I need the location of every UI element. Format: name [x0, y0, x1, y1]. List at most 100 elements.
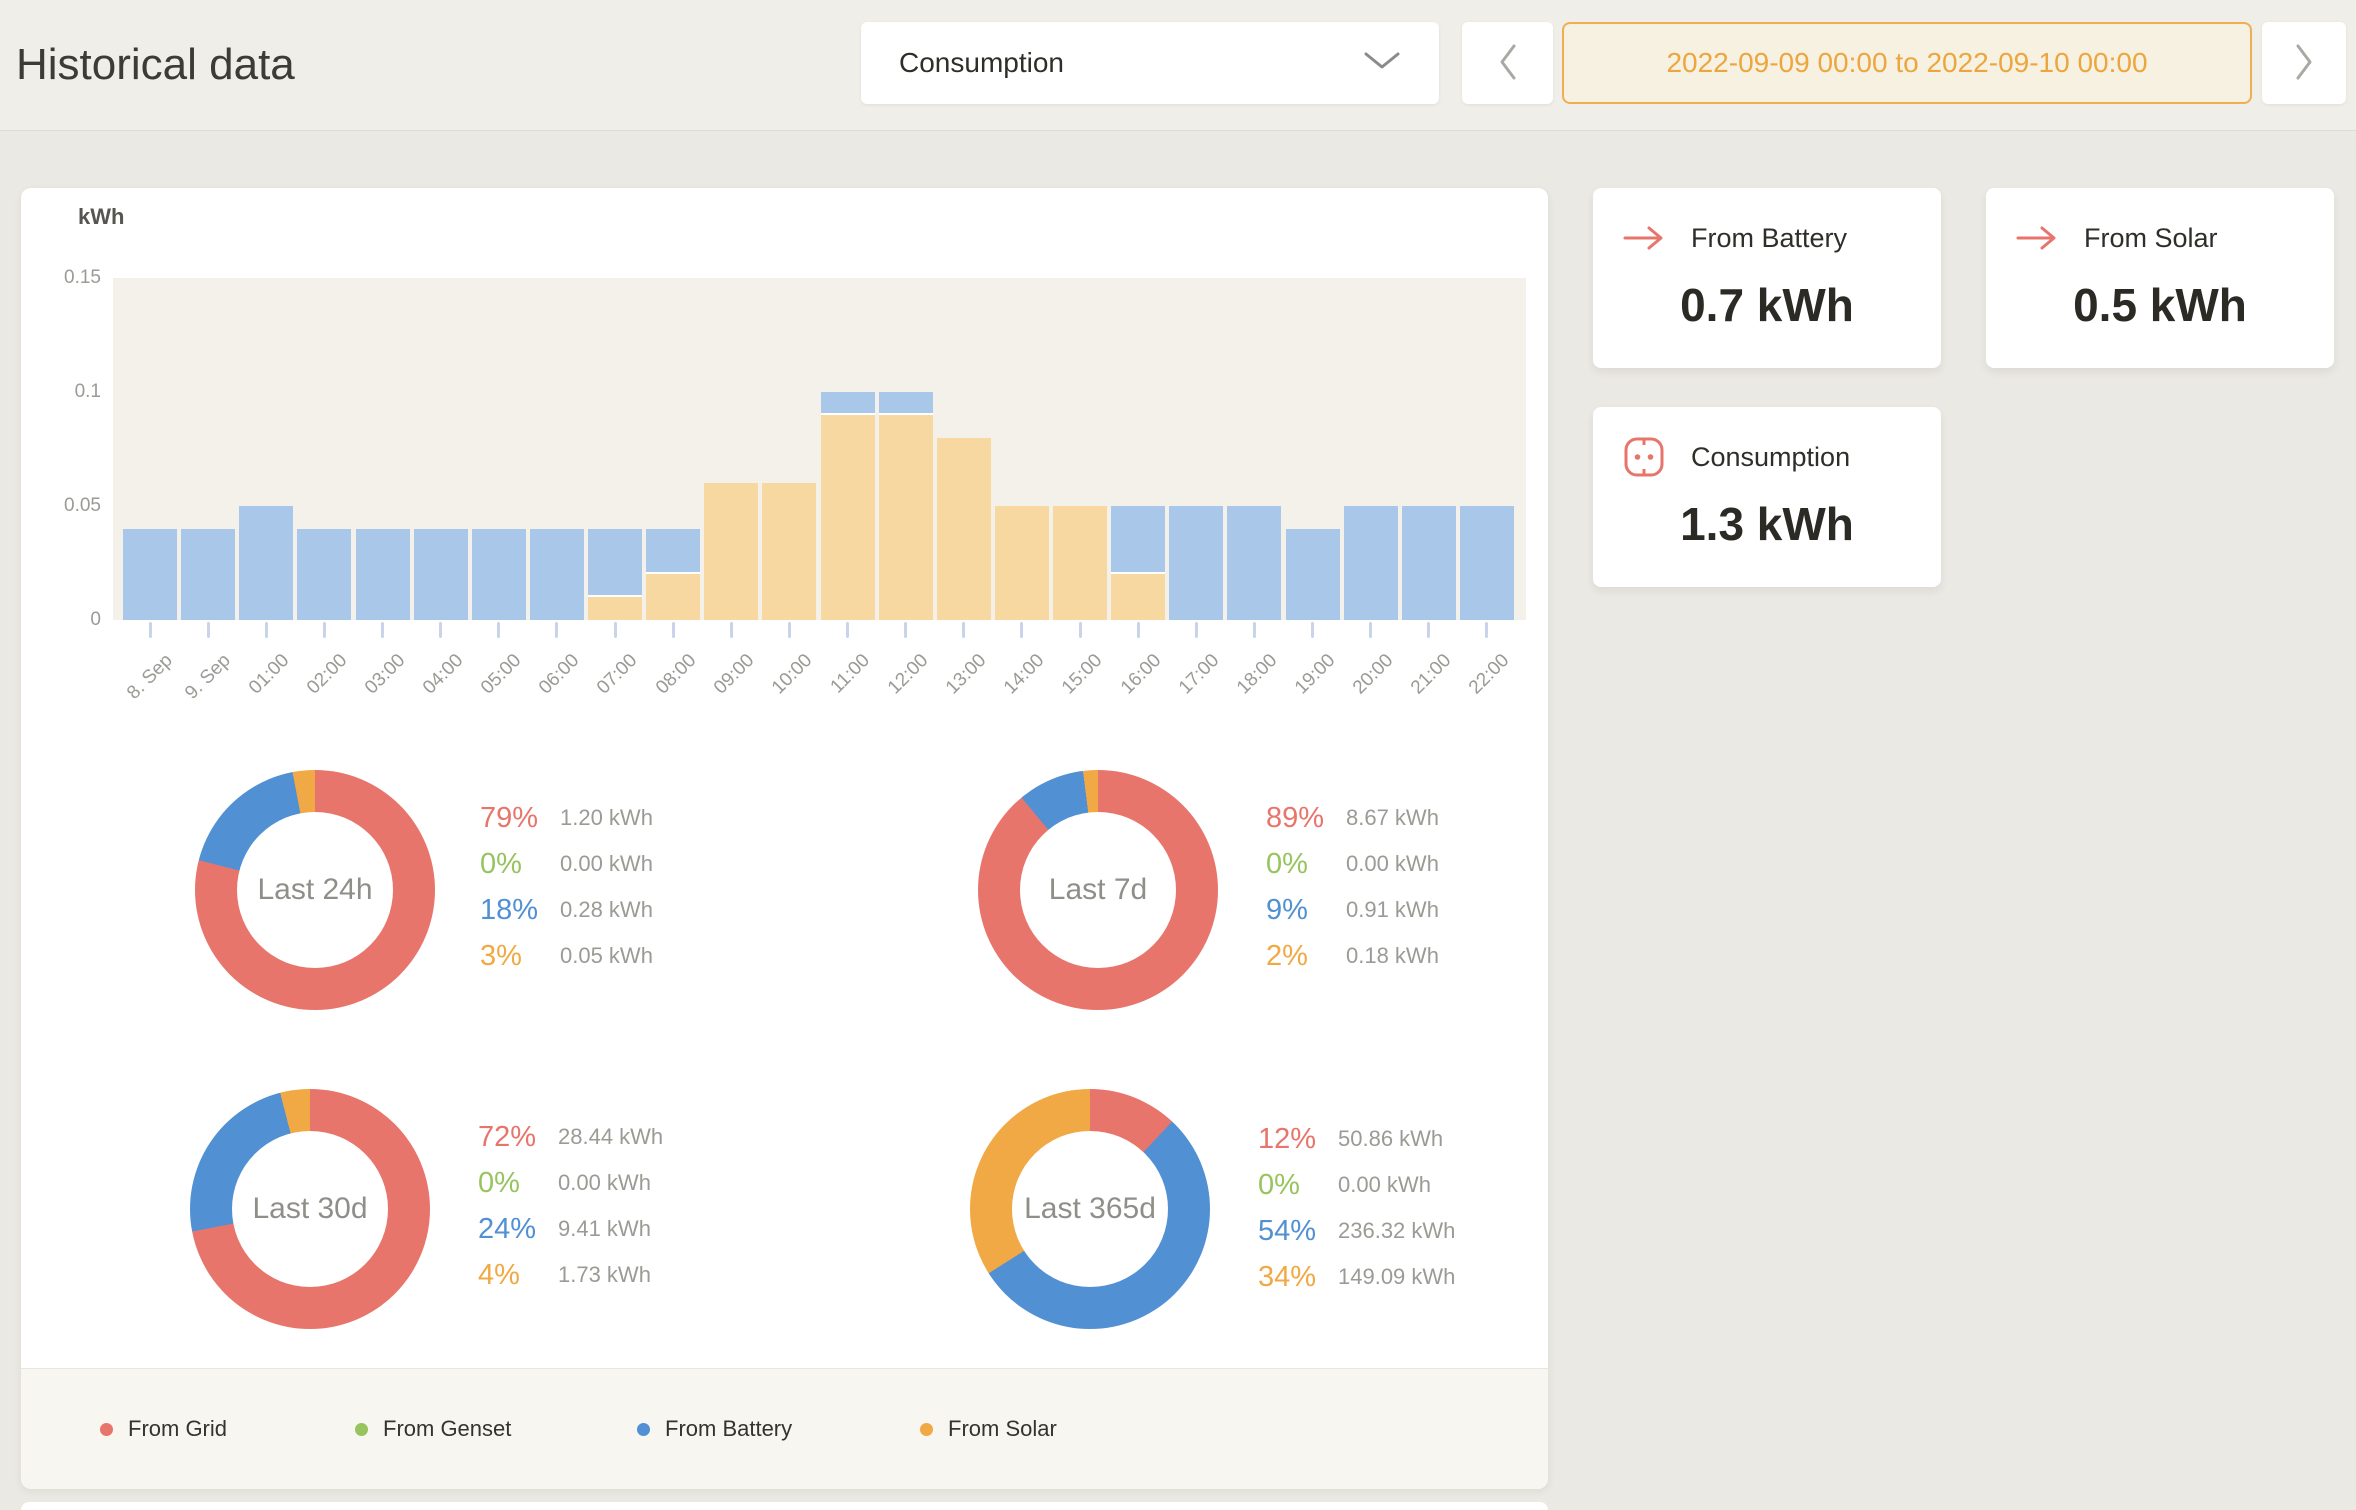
- historical-data-page: Historical data Consumption 2022-09-09 0…: [0, 0, 2356, 1510]
- x-tick-label: 17:00: [1175, 650, 1224, 699]
- legend-label: From Solar: [948, 1416, 1057, 1442]
- bar-07-00[interactable]: [588, 278, 642, 620]
- x-tick-label: 13:00: [942, 650, 991, 699]
- bar-09-00[interactable]: [704, 278, 758, 620]
- bar-segment-battery: [1227, 506, 1281, 620]
- x-axis-tick: [149, 622, 152, 638]
- bar-18-00[interactable]: [1227, 278, 1281, 620]
- bar-02-00[interactable]: [297, 278, 351, 620]
- chevron-right-icon: [2293, 42, 2315, 85]
- donut-chart-last-7d[interactable]: Last 7d: [978, 770, 1218, 1010]
- donut-stat-row-from-battery: 24%9.41 kWh: [478, 1206, 663, 1252]
- legend-dot-icon: [355, 1423, 368, 1436]
- x-axis-tick: [672, 622, 675, 638]
- y-tick-label: 0.1: [41, 380, 101, 404]
- bar-20-00[interactable]: [1344, 278, 1398, 620]
- stat-percent: 0%: [1258, 1169, 1338, 1202]
- donut-stats-last-365d: 12%50.86 kWh0%0.00 kWh54%236.32 kWh34%14…: [1258, 1116, 1455, 1300]
- donut-chart-last-365d[interactable]: Last 365d: [970, 1089, 1210, 1329]
- chevron-down-icon: [1363, 51, 1401, 76]
- stat-percent: 24%: [478, 1213, 558, 1246]
- bar-13-00[interactable]: [937, 278, 991, 620]
- donut-stat-row-from-solar: 2%0.18 kWh: [1266, 933, 1439, 979]
- donut-stat-row-from-battery: 9%0.91 kWh: [1266, 887, 1439, 933]
- donut-chart-last-24h[interactable]: Last 24h: [195, 770, 435, 1010]
- bar-segment-battery: [1286, 529, 1340, 620]
- donut-hole: Last 365d: [1012, 1131, 1168, 1287]
- metric-select[interactable]: Consumption: [861, 22, 1439, 104]
- card-label: From Solar: [2084, 223, 2218, 254]
- bar-segment-battery: [1344, 506, 1398, 620]
- legend-dot-icon: [637, 1423, 650, 1436]
- arrow-right-icon: [1621, 218, 1667, 258]
- bar-05-00[interactable]: [472, 278, 526, 620]
- bar-chart-plot: [113, 278, 1526, 620]
- bar-segment-solar: [821, 415, 875, 620]
- bar-10-00[interactable]: [762, 278, 816, 620]
- donut-stats-last-7d: 89%8.67 kWh0%0.00 kWh9%0.91 kWh2%0.18 kW…: [1266, 795, 1439, 979]
- bar-22-00[interactable]: [1460, 278, 1514, 620]
- stat-percent: 12%: [1258, 1123, 1338, 1156]
- bar-segment-solar: [588, 597, 642, 620]
- bar-16-00[interactable]: [1111, 278, 1165, 620]
- legend-item-from-grid[interactable]: From Grid: [100, 1369, 227, 1489]
- next-date-button[interactable]: [2262, 22, 2346, 104]
- stat-percent: 0%: [1266, 848, 1346, 881]
- legend-label: From Grid: [128, 1416, 227, 1442]
- bar-segment-battery: [1169, 506, 1223, 620]
- bar-01-00[interactable]: [239, 278, 293, 620]
- bar-12-00[interactable]: [879, 278, 933, 620]
- donut-center-label: Last 30d: [252, 1192, 367, 1226]
- stat-kwh: 236.32 kWh: [1338, 1218, 1455, 1244]
- stat-kwh: 9.41 kWh: [558, 1216, 651, 1242]
- metric-select-value: Consumption: [899, 47, 1363, 79]
- date-range-button[interactable]: 2022-09-09 00:00 to 2022-09-10 00:00: [1562, 22, 2252, 104]
- y-tick-label: 0.15: [41, 266, 101, 290]
- bar-06-00[interactable]: [530, 278, 584, 620]
- bar-14-00[interactable]: [995, 278, 1049, 620]
- y-axis-unit: kWh: [78, 204, 124, 230]
- x-axis-tick: [1079, 622, 1082, 638]
- stat-percent: 79%: [480, 802, 560, 835]
- donut-stat-row-from-battery: 18%0.28 kWh: [480, 887, 653, 933]
- bar-plot-inner: [113, 278, 1526, 620]
- bar-segment-battery: [123, 529, 177, 620]
- stat-kwh: 0.00 kWh: [1346, 851, 1439, 877]
- bar-segment-solar: [762, 483, 816, 620]
- x-tick-label: 8. Sep: [123, 650, 177, 704]
- bar-8-sep[interactable]: [123, 278, 177, 620]
- bar-9-sep[interactable]: [181, 278, 235, 620]
- x-axis-tick: [1427, 622, 1430, 638]
- x-axis-tick: [614, 622, 617, 638]
- donut-stat-row-from-grid: 72%28.44 kWh: [478, 1114, 663, 1160]
- legend-item-from-battery[interactable]: From Battery: [637, 1369, 792, 1489]
- donut-stat-row-from-grid: 79%1.20 kWh: [480, 795, 653, 841]
- bar-21-00[interactable]: [1402, 278, 1456, 620]
- donut-stat-row-from-grid: 12%50.86 kWh: [1258, 1116, 1455, 1162]
- bar-03-00[interactable]: [356, 278, 410, 620]
- stat-kwh: 1.20 kWh: [560, 805, 653, 831]
- x-axis-tick: [381, 622, 384, 638]
- bar-08-00[interactable]: [646, 278, 700, 620]
- bar-04-00[interactable]: [414, 278, 468, 620]
- donut-chart-last-30d[interactable]: Last 30d: [190, 1089, 430, 1329]
- stat-percent: 2%: [1266, 940, 1346, 973]
- stat-kwh: 0.00 kWh: [1338, 1172, 1431, 1198]
- x-axis-tick: [1195, 622, 1198, 638]
- stat-percent: 9%: [1266, 894, 1346, 927]
- x-tick-label: 12:00: [884, 650, 933, 699]
- prev-date-button[interactable]: [1462, 22, 1553, 104]
- bar-15-00[interactable]: [1053, 278, 1107, 620]
- x-axis-ticks: [113, 622, 1526, 638]
- donut-stat-row-from-genset: 0%0.00 kWh: [480, 841, 653, 887]
- stat-percent: 34%: [1258, 1261, 1338, 1294]
- bar-19-00[interactable]: [1286, 278, 1340, 620]
- legend-item-from-solar[interactable]: From Solar: [920, 1369, 1057, 1489]
- bar-17-00[interactable]: [1169, 278, 1223, 620]
- legend-item-from-genset[interactable]: From Genset: [355, 1369, 511, 1489]
- x-axis-tick: [265, 622, 268, 638]
- bar-11-00[interactable]: [821, 278, 875, 620]
- x-tick-label: 03:00: [361, 650, 410, 699]
- x-axis-tick: [846, 622, 849, 638]
- stat-kwh: 0.00 kWh: [560, 851, 653, 877]
